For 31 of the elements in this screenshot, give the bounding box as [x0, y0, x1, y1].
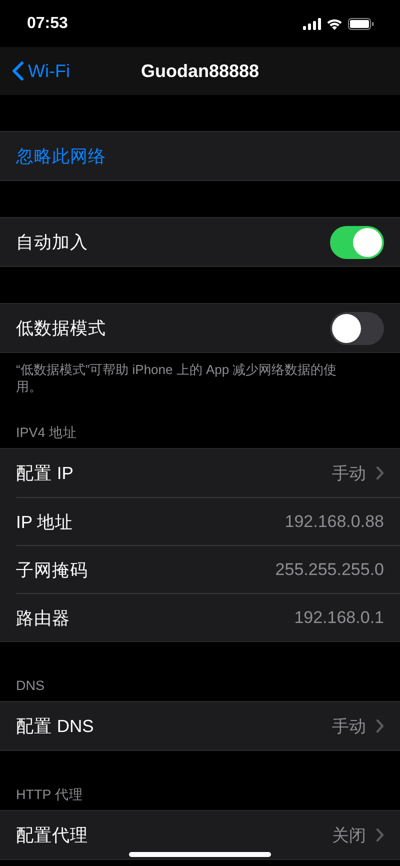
nav-title: Guodan88888	[140, 60, 260, 82]
chevron-icon	[376, 828, 384, 842]
row-label: 自动加入	[16, 231, 89, 254]
forget-network-link[interactable]: 忽略此网络	[16, 144, 106, 168]
toggle-switch[interactable]	[330, 312, 384, 344]
row-value: 192.168.0.1	[294, 608, 384, 628]
row-label: 子网掩码	[16, 558, 89, 582]
section-header: HTTP 代理	[15, 786, 84, 804]
section-footer: “低数据模式”可帮助 iPhone 上的 App 减少网络数据的使用。	[0, 353, 400, 395]
section-header: IPV4 地址	[15, 424, 78, 442]
row-label: 低数据模式	[16, 317, 107, 340]
status-time: 07:53	[27, 14, 68, 32]
toggle-switch[interactable]	[330, 226, 384, 258]
back-button[interactable]: Wi-Fi	[8, 47, 74, 95]
wifi-icon	[326, 18, 343, 30]
row-value: 192.168.0.88	[284, 512, 384, 532]
battery-icon	[348, 18, 374, 30]
section-header: DNS	[15, 677, 46, 695]
chevron-icon	[376, 719, 384, 733]
row-value: 手动	[332, 716, 366, 738]
row-label: 配置 IP	[16, 462, 74, 485]
row-value: 手动	[332, 462, 366, 484]
row-value: 255.255.255.0	[275, 560, 384, 580]
chevron-icon	[376, 466, 384, 480]
back-chevron-icon	[12, 61, 24, 81]
row-label: IP 地址	[16, 510, 74, 534]
row-label: 配置 DNS	[16, 715, 95, 738]
row-label: 配置代理	[16, 824, 89, 847]
signal-icon	[303, 18, 321, 30]
row-value: 关闭	[332, 824, 366, 846]
row-label: 路由器	[16, 606, 71, 630]
